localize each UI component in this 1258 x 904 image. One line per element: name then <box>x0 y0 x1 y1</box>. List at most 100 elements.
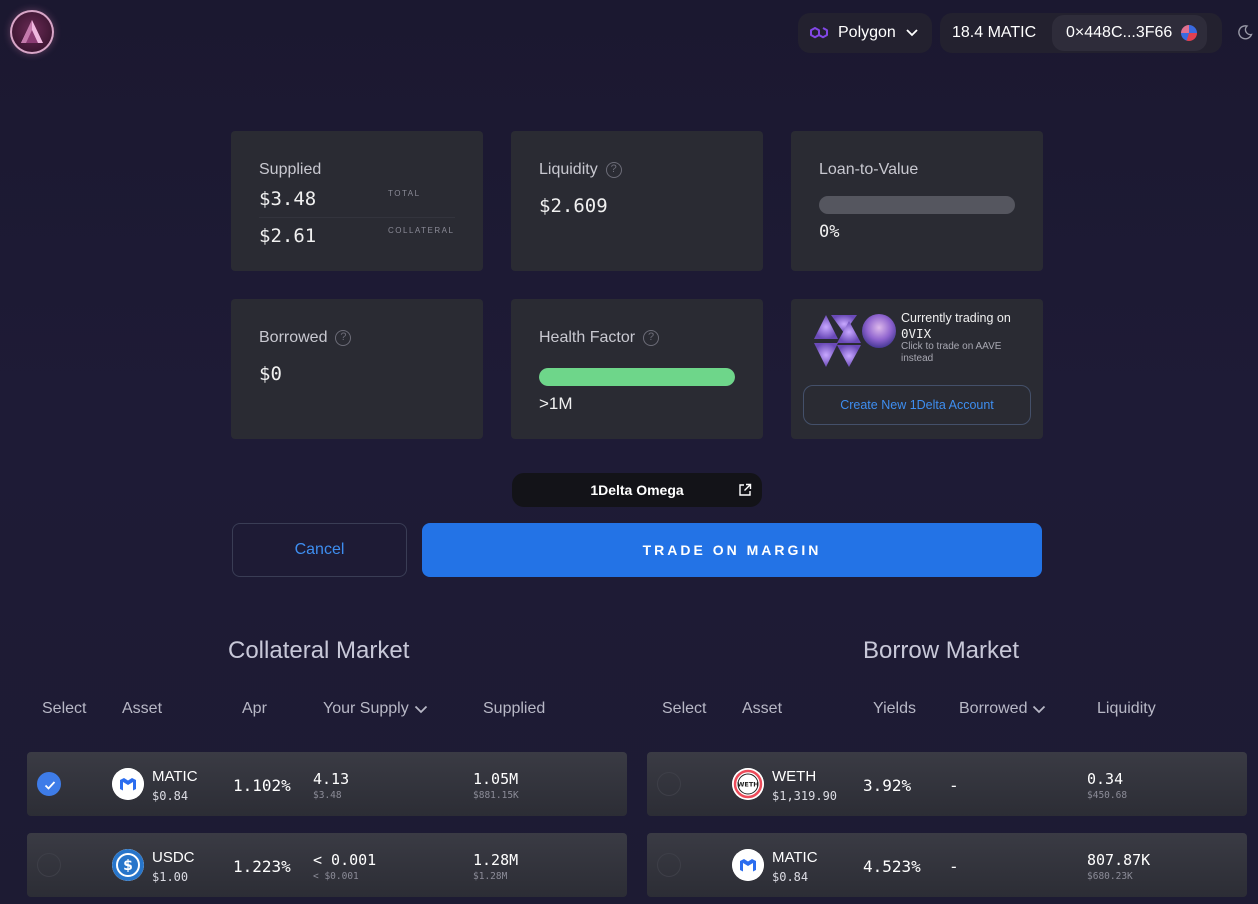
yield-value: 4.523% <box>863 857 921 876</box>
network-selector[interactable]: Polygon <box>798 13 932 53</box>
chevron-down-icon <box>906 29 918 37</box>
asset-symbol: MATIC <box>152 768 198 785</box>
col-borrowed-sort[interactable]: Borrowed <box>959 700 1046 718</box>
liquidity-value: $2.609 <box>539 195 608 217</box>
question-icon[interactable]: ? <box>605 162 622 178</box>
your-supply-usd: < $0.001 <box>313 871 359 882</box>
liquidity-usd: $450.68 <box>1087 790 1128 801</box>
asset-price: $1,319.90 <box>772 789 838 803</box>
your-supply-usd: $3.48 <box>313 790 342 801</box>
health-factor-card: Health Factor ? >1M <box>511 299 763 439</box>
table-row[interactable]: $ USDC $1.00 1.223% < 0.001 < $0.001 1.2… <box>27 833 627 897</box>
ltv-bar <box>819 196 1015 214</box>
select-radio[interactable] <box>657 772 681 796</box>
matic-token-icon <box>732 849 764 881</box>
table-row[interactable]: MATIC $0.84 4.523% - 807.87K $680.23K <box>647 833 1247 897</box>
question-icon[interactable]: ? <box>643 330 660 346</box>
question-icon[interactable]: ? <box>335 330 352 346</box>
table-row[interactable]: MATIC $0.84 1.102% 4.13 $3.48 1.05M $881… <box>27 752 627 816</box>
borrowed-value: - <box>949 776 959 795</box>
usdc-token-icon: $ <box>112 849 144 881</box>
wallet-balance: 18.4 MATIC <box>952 24 1037 41</box>
supplied-collateral: $2.61 <box>259 225 317 247</box>
col-apr: Apr <box>242 700 267 717</box>
divider <box>259 217 455 218</box>
asset-price: $0.84 <box>772 870 809 884</box>
liquidity-card: Liquidity ? $2.609 <box>511 131 763 271</box>
select-radio[interactable] <box>657 853 681 877</box>
col-asset: Asset <box>122 700 163 717</box>
asset-price: $1.00 <box>152 870 189 884</box>
select-radio[interactable] <box>37 853 61 877</box>
supplied-total: $3.48 <box>259 188 317 210</box>
wallet-avatar-icon <box>1181 25 1198 41</box>
asset-price: $0.84 <box>152 789 189 803</box>
borrowed-label-wrap: Borrowed ? <box>259 329 352 347</box>
asset-symbol: MATIC <box>772 849 818 866</box>
health-label: Health Factor <box>539 329 636 346</box>
health-bar-fill <box>539 368 735 386</box>
borrow-market-title: Borrow Market <box>863 637 1020 664</box>
check-icon <box>44 781 56 790</box>
select-radio[interactable] <box>37 772 61 796</box>
trading-protocol: 0VIX <box>901 326 932 341</box>
borrowed-value: - <box>949 857 959 876</box>
0vix-logo-icon[interactable] <box>811 313 897 371</box>
wallet-address-button[interactable]: 0×448C...3F66 <box>1052 15 1208 51</box>
supplied-amount: 1.28M <box>473 851 519 869</box>
app-logo-icon[interactable] <box>10 10 54 54</box>
trade-on-margin-button[interactable]: TRADE ON MARGIN <box>422 523 1042 577</box>
trading-on-text: Currently trading on 0VIX <box>901 311 1031 342</box>
borrowed-card: Borrowed ? $0 <box>231 299 483 439</box>
apr-value: 1.223% <box>233 857 291 876</box>
ltv-card: Loan-to-Value 0% <box>791 131 1043 271</box>
asset-symbol: USDC <box>152 849 195 866</box>
col-your-supply-sort[interactable]: Your Supply <box>323 700 428 718</box>
switch-protocol-link[interactable]: Click to trade on AAVE instead <box>901 341 1031 365</box>
ltv-value: 0% <box>819 222 840 242</box>
borrowed-value: $0 <box>259 363 282 385</box>
col-borrowed: Borrowed <box>959 700 1028 717</box>
table-row[interactable]: WETH WETH $1,319.90 3.92% - 0.34 $450.68 <box>647 752 1247 816</box>
yield-value: 3.92% <box>863 776 912 795</box>
external-link-icon[interactable] <box>738 483 752 497</box>
liquidity-usd: $680.23K <box>1087 871 1133 882</box>
supplied-usd: $881.15K <box>473 790 519 801</box>
collateral-tag: COLLATERAL <box>388 226 455 235</box>
supplied-usd: $1.28M <box>473 871 508 882</box>
moon-icon[interactable] <box>1237 24 1253 40</box>
svg-text:WETH: WETH <box>737 781 758 789</box>
total-tag: TOTAL <box>388 189 421 198</box>
chevron-down-icon <box>1033 705 1046 713</box>
account-chip[interactable]: 1Delta Omega <box>512 473 762 507</box>
matic-token-icon <box>112 768 144 800</box>
liquidity-amount: 807.87K <box>1087 851 1151 869</box>
chevron-down-icon <box>414 705 427 713</box>
your-supply: < 0.001 <box>313 851 377 869</box>
polygon-icon <box>810 27 828 39</box>
wallet-address: 0×448C...3F66 <box>1066 24 1173 41</box>
col-asset: Asset <box>742 700 783 717</box>
supplied-label: Supplied <box>259 161 322 178</box>
liquidity-amount: 0.34 <box>1087 770 1124 788</box>
your-supply: 4.13 <box>313 770 350 788</box>
col-your-supply: Your Supply <box>323 700 409 717</box>
ltv-label: Loan-to-Value <box>819 161 919 178</box>
protocol-card: Currently trading on 0VIX Click to trade… <box>791 299 1043 439</box>
health-value: >1M <box>539 394 573 413</box>
health-label-wrap: Health Factor ? <box>539 329 660 347</box>
trading-prefix: Currently trading on <box>901 311 1011 325</box>
weth-token-icon: WETH <box>732 768 764 800</box>
apr-value: 1.102% <box>233 776 291 795</box>
col-select: Select <box>662 700 707 717</box>
borrowed-label: Borrowed <box>259 329 328 346</box>
col-supplied: Supplied <box>483 700 546 717</box>
liquidity-label: Liquidity <box>539 161 598 178</box>
create-account-button[interactable]: Create New 1Delta Account <box>803 385 1031 425</box>
cancel-button[interactable]: Cancel <box>232 523 407 577</box>
account-chip-label: 1Delta Omega <box>590 482 684 498</box>
liquidity-label-wrap: Liquidity ? <box>539 161 622 179</box>
asset-symbol: WETH <box>772 768 817 785</box>
col-yields: Yields <box>873 700 916 717</box>
col-liquidity: Liquidity <box>1097 700 1156 717</box>
